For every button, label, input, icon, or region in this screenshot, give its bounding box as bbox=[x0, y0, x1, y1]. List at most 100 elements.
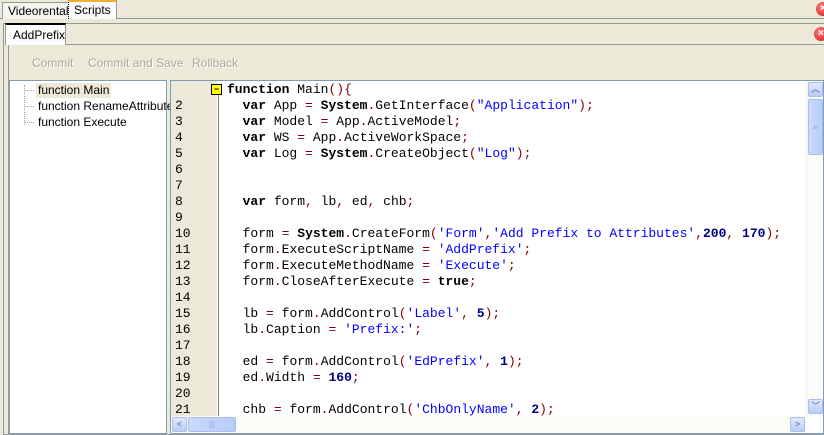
horizontal-scrollbar[interactable]: < ||| > bbox=[171, 416, 807, 433]
code-token: ActiveModel bbox=[367, 114, 454, 129]
close-script-icon[interactable]: × bbox=[814, 27, 824, 41]
tab-videorental[interactable]: Videorental bbox=[2, 2, 75, 19]
tab-scripts[interactable]: Scripts bbox=[68, 0, 117, 19]
tab-label: Scripts bbox=[74, 3, 111, 17]
code-editor[interactable]: − ︿ ≡ ﹀ < ||| > function Main(){ 2 var Ap… bbox=[170, 80, 824, 434]
tree-line bbox=[24, 90, 34, 91]
code-line[interactable]: function Main(){ bbox=[227, 82, 352, 98]
scroll-up-button[interactable]: ︿ bbox=[808, 82, 823, 97]
scroll-right-button[interactable]: > bbox=[790, 417, 805, 432]
code-line[interactable]: var App = System.GetInterface("Applicati… bbox=[227, 98, 594, 114]
scroll-left-button[interactable]: < bbox=[172, 417, 187, 432]
code-token: true bbox=[437, 274, 469, 289]
code-token: 'Add Prefix to Attributes' bbox=[492, 226, 696, 241]
line-number: 2 bbox=[175, 98, 183, 113]
code-line[interactable]: form.ExecuteMethodName = 'Execute'; bbox=[227, 258, 516, 274]
code-token: System bbox=[320, 98, 368, 113]
code-token: . bbox=[312, 306, 321, 321]
code-token: ; bbox=[585, 98, 594, 113]
function-tree: function Main function RenameAttribute f… bbox=[9, 80, 173, 434]
code-token: { bbox=[344, 82, 352, 97]
code-token: ActiveWorkSpace bbox=[344, 130, 462, 145]
tree-item-main[interactable]: function Main bbox=[36, 83, 112, 98]
close-icon[interactable]: × bbox=[816, 2, 824, 16]
code-token: = bbox=[422, 242, 430, 257]
line-number: 10 bbox=[175, 226, 191, 241]
code-token: GetInterface bbox=[375, 98, 469, 113]
code-token: ExecuteMethodName bbox=[281, 258, 415, 273]
code-token: App bbox=[273, 98, 298, 113]
code-token: , bbox=[305, 194, 313, 209]
code-token: ; bbox=[351, 370, 360, 385]
code-token: Log bbox=[273, 146, 298, 161]
vertical-scroll-thumb[interactable]: ≡ bbox=[808, 99, 823, 155]
code-token: 'ChbOnlyName' bbox=[414, 402, 516, 417]
code-token: form bbox=[242, 242, 274, 257]
code-token: 'Execute' bbox=[437, 258, 508, 273]
tree-item-renameattribute[interactable]: function RenameAttribute bbox=[36, 99, 175, 114]
code-line[interactable]: var Model = App.ActiveModel; bbox=[227, 114, 462, 130]
code-token: 'Label' bbox=[406, 306, 462, 321]
commit-and-save-button[interactable]: Commit and Save bbox=[88, 56, 183, 70]
code-token: CreateForm bbox=[351, 226, 430, 241]
code-line[interactable]: ed = form.AddControl('EdPrefix', 1); bbox=[227, 354, 524, 370]
line-number: 15 bbox=[175, 306, 191, 321]
code-token: var bbox=[242, 130, 267, 145]
code-line[interactable]: var Log = System.CreateObject("Log"); bbox=[227, 146, 532, 162]
code-line[interactable]: form.CloseAfterExecute = true; bbox=[227, 274, 477, 290]
code-token: ) bbox=[539, 402, 547, 417]
code-token: var bbox=[242, 194, 267, 209]
code-token: . bbox=[258, 322, 267, 337]
commit-button[interactable]: Commit bbox=[32, 56, 73, 70]
code-token: = bbox=[422, 258, 430, 273]
code-line[interactable]: ed.Width = 160; bbox=[227, 370, 360, 386]
code-line[interactable]: form = System.CreateForm('Form','Add Pre… bbox=[227, 226, 781, 242]
code-token: , bbox=[336, 194, 345, 209]
line-number: 13 bbox=[175, 274, 191, 289]
fold-collapse-icon[interactable]: − bbox=[211, 84, 222, 95]
tab-addprefix[interactable]: AddPrefix bbox=[5, 23, 66, 45]
line-number: 4 bbox=[175, 130, 183, 145]
code-token: var bbox=[242, 114, 267, 129]
code-token: , bbox=[695, 226, 703, 241]
code-token: ; bbox=[414, 322, 423, 337]
horizontal-scroll-thumb[interactable]: ||| bbox=[188, 417, 236, 432]
code-token: var bbox=[242, 146, 267, 161]
code-line[interactable]: lb.Caption = 'Prefix:'; bbox=[227, 322, 423, 338]
rollback-button[interactable]: Rollback bbox=[192, 56, 238, 70]
code-token: ; bbox=[461, 130, 469, 145]
line-number: 8 bbox=[175, 194, 183, 209]
line-number: 20 bbox=[175, 386, 191, 401]
line-number: 7 bbox=[175, 178, 183, 193]
code-line[interactable]: var form, lb, ed, chb; bbox=[227, 194, 415, 210]
code-token: lb bbox=[242, 306, 259, 321]
code-line[interactable]: lb = form.AddControl('Label', 5); bbox=[227, 306, 501, 322]
code-line[interactable]: var WS = App.ActiveWorkSpace; bbox=[227, 130, 469, 146]
code-token: form bbox=[242, 258, 274, 273]
code-token: ) bbox=[515, 146, 524, 161]
scroll-down-button[interactable]: ﹀ bbox=[808, 399, 823, 414]
code-line[interactable]: form.ExecuteScriptName = 'AddPrefix'; bbox=[227, 242, 532, 258]
code-token: ) bbox=[578, 98, 586, 113]
vertical-scrollbar[interactable]: ︿ ≡ ﹀ bbox=[806, 81, 823, 417]
code-token: ed bbox=[242, 354, 259, 369]
code-token: ; bbox=[515, 354, 524, 369]
code-token: System bbox=[297, 226, 345, 241]
code-line[interactable]: chb = form.AddControl('ChbOnlyName', 2); bbox=[227, 402, 555, 418]
tab-label: AddPrefix bbox=[13, 28, 66, 42]
tree-item-execute[interactable]: function Execute bbox=[36, 115, 129, 130]
tree-line bbox=[24, 85, 25, 125]
